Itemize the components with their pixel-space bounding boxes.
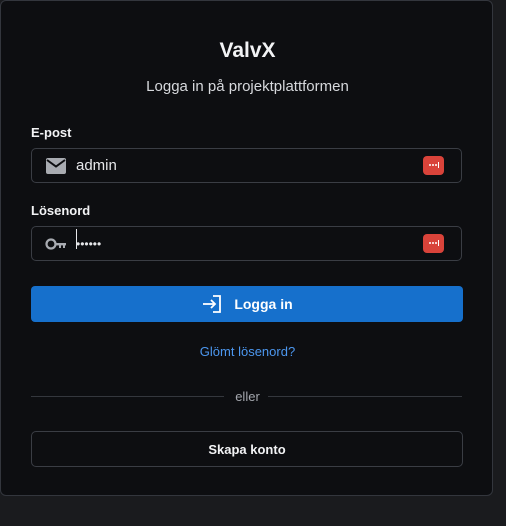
key-icon bbox=[45, 238, 66, 250]
create-account-button[interactable]: Skapa konto bbox=[31, 431, 463, 467]
login-button-label: Logga in bbox=[234, 296, 293, 312]
create-account-label: Skapa konto bbox=[208, 441, 286, 457]
app-title: ValvX bbox=[219, 39, 276, 62]
email-field[interactable]: admin bbox=[31, 148, 462, 183]
password-manager-icon[interactable] bbox=[423, 156, 444, 175]
login-button[interactable]: Logga in bbox=[31, 286, 463, 322]
password-value: •••••• bbox=[76, 237, 102, 251]
password-label: Lösenord bbox=[31, 203, 91, 218]
email-label: E-post bbox=[31, 125, 72, 140]
app-subtitle: Logga in på projektplattformen bbox=[146, 78, 349, 95]
divider-right bbox=[268, 396, 462, 397]
forgot-password-link[interactable]: Glömt lösenord? bbox=[1, 344, 494, 359]
login-card: ValvX Logga in på projektplattformen E-p… bbox=[0, 0, 493, 496]
password-field[interactable]: •••••• bbox=[31, 226, 462, 261]
envelope-icon bbox=[46, 158, 66, 174]
email-value: admin bbox=[76, 157, 117, 174]
login-arrow-icon bbox=[203, 295, 222, 313]
password-manager-icon[interactable] bbox=[423, 234, 444, 253]
